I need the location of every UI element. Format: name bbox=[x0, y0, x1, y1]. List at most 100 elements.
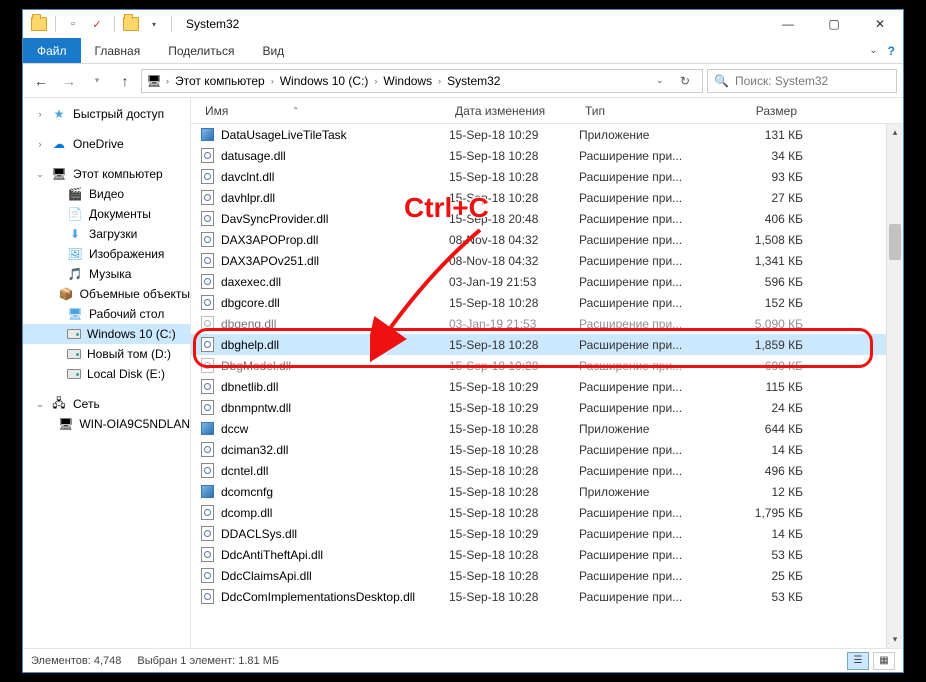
chevron-right-icon[interactable]: › bbox=[164, 76, 171, 86]
chevron-right-icon[interactable]: › bbox=[436, 76, 443, 86]
file-type: Расширение при... bbox=[579, 527, 709, 541]
pc-icon: 🖥 bbox=[58, 417, 73, 431]
file-row[interactable]: dbgeng.dll03-Jan-19 21:53Расширение при.… bbox=[191, 313, 903, 334]
dll-icon bbox=[199, 463, 215, 479]
file-list[interactable]: ▴ ▾ DataUsageLiveTileTask15-Sep-18 10:29… bbox=[191, 124, 903, 648]
file-row[interactable]: DAX3APOProp.dll08-Nov-18 04:32Расширение… bbox=[191, 229, 903, 250]
scrollbar-thumb[interactable] bbox=[889, 224, 901, 260]
sort-ascending-icon: ⌃ bbox=[292, 106, 299, 115]
nav-item[interactable]: Local Disk (E:) bbox=[23, 364, 190, 384]
tab-view[interactable]: Вид bbox=[248, 38, 298, 63]
column-size[interactable]: Размер bbox=[709, 104, 803, 118]
scrollbar-vertical[interactable]: ▴ ▾ bbox=[886, 124, 903, 648]
folder-icon: 🎵 bbox=[67, 267, 83, 281]
file-row[interactable]: DavSyncProvider.dll15-Sep-18 20:48Расшир… bbox=[191, 208, 903, 229]
nav-network-computer[interactable]: 🖥 WIN-OIA9C5NDLAN bbox=[23, 414, 190, 434]
file-row[interactable]: dbnmpntw.dll15-Sep-18 10:29Расширение пр… bbox=[191, 397, 903, 418]
dll-icon bbox=[199, 379, 215, 395]
tab-share[interactable]: Поделиться bbox=[154, 38, 248, 63]
file-row[interactable]: davclnt.dll15-Sep-18 10:28Расширение при… bbox=[191, 166, 903, 187]
chevron-down-icon[interactable]: ⌄ bbox=[35, 169, 45, 180]
file-row[interactable]: davhlpr.dll15-Sep-18 10:28Расширение при… bbox=[191, 187, 903, 208]
view-details-button[interactable]: ☰ bbox=[847, 652, 869, 670]
file-row[interactable]: dbgcore.dll15-Sep-18 10:28Расширение при… bbox=[191, 292, 903, 313]
breadcrumb-segment[interactable]: System32 bbox=[445, 74, 502, 88]
qat-dropdown-icon[interactable]: ▾ bbox=[145, 15, 163, 33]
tab-file[interactable]: Файл bbox=[23, 38, 81, 63]
nav-item[interactable]: Windows 10 (C:) bbox=[23, 324, 190, 344]
file-row[interactable]: DdcClaimsApi.dll15-Sep-18 10:28Расширени… bbox=[191, 565, 903, 586]
dll-icon bbox=[199, 526, 215, 542]
chevron-right-icon[interactable]: › bbox=[269, 76, 276, 86]
file-row[interactable]: datusage.dll15-Sep-18 10:28Расширение пр… bbox=[191, 145, 903, 166]
nav-up-button[interactable]: ↑ bbox=[113, 69, 137, 93]
maximize-button[interactable]: ▢ bbox=[811, 10, 857, 38]
nav-recent-icon[interactable]: ▾ bbox=[85, 69, 109, 93]
close-button[interactable]: ✕ bbox=[857, 10, 903, 38]
column-name[interactable]: Имя ⌃ bbox=[199, 104, 449, 118]
minimize-button[interactable]: — bbox=[765, 10, 811, 38]
chevron-down-icon[interactable]: ⌄ bbox=[35, 399, 45, 410]
scroll-down-icon[interactable]: ▾ bbox=[887, 631, 903, 648]
file-row[interactable]: dciman32.dll15-Sep-18 10:28Расширение пр… bbox=[191, 439, 903, 460]
file-row[interactable]: DdcComImplementationsDesktop.dll15-Sep-1… bbox=[191, 586, 903, 607]
ribbon-expand-icon[interactable]: ⌄ bbox=[869, 45, 877, 56]
file-date: 15-Sep-18 20:48 bbox=[449, 212, 579, 226]
breadcrumb-segment[interactable]: Windows 10 (C:) bbox=[278, 74, 371, 88]
column-date[interactable]: Дата изменения bbox=[449, 104, 579, 118]
chevron-right-icon[interactable]: › bbox=[35, 139, 45, 149]
nav-back-button[interactable]: ← bbox=[29, 69, 53, 93]
nav-item[interactable]: ⬇Загрузки bbox=[23, 224, 190, 244]
nav-item[interactable]: 🎬Видео bbox=[23, 184, 190, 204]
file-row[interactable]: DataUsageLiveTileTask15-Sep-18 10:29Прил… bbox=[191, 124, 903, 145]
file-row[interactable]: DbgModel.dll15-Sep-18 10:28Расширение пр… bbox=[191, 355, 903, 376]
help-icon[interactable]: ? bbox=[888, 44, 895, 58]
nav-item[interactable]: 🖼Изображения bbox=[23, 244, 190, 264]
file-type: Приложение bbox=[579, 485, 709, 499]
dll-icon bbox=[199, 505, 215, 521]
file-row[interactable]: dcomcnfg15-Sep-18 10:28Приложение12 КБ bbox=[191, 481, 903, 502]
scroll-up-icon[interactable]: ▴ bbox=[887, 124, 903, 141]
nav-this-pc[interactable]: ⌄ 🖥 Этот компьютер bbox=[23, 164, 190, 184]
nav-item[interactable]: 🖥Рабочий стол bbox=[23, 304, 190, 324]
nav-item[interactable]: 🎵Музыка bbox=[23, 264, 190, 284]
chevron-right-icon[interactable]: › bbox=[372, 76, 379, 86]
nav-forward-button[interactable]: → bbox=[57, 69, 81, 93]
file-size: 24 КБ bbox=[709, 401, 803, 415]
file-row[interactable]: daxexec.dll03-Jan-19 21:53Расширение при… bbox=[191, 271, 903, 292]
column-headers: Имя ⌃ Дата изменения Тип Размер bbox=[191, 98, 903, 124]
breadcrumb-segment[interactable]: Этот компьютер bbox=[173, 74, 267, 88]
file-name: dccw bbox=[221, 422, 248, 436]
qat-properties-icon[interactable]: ▫ bbox=[64, 15, 82, 33]
file-row[interactable]: DAX3APOv251.dll08-Nov-18 04:32Расширение… bbox=[191, 250, 903, 271]
dll-icon bbox=[199, 337, 215, 353]
column-type[interactable]: Тип bbox=[579, 104, 709, 118]
search-input[interactable]: 🔍 Поиск: System32 bbox=[707, 69, 897, 93]
file-row[interactable]: DdcAntiTheftApi.dll15-Sep-18 10:28Расшир… bbox=[191, 544, 903, 565]
file-name: davclnt.dll bbox=[221, 170, 274, 184]
nav-item[interactable]: 📦Объемные объекты bbox=[23, 284, 190, 304]
file-row[interactable]: DDACLSys.dll15-Sep-18 10:29Расширение пр… bbox=[191, 523, 903, 544]
breadcrumb-segment[interactable]: Windows bbox=[381, 74, 434, 88]
file-size: 53 КБ bbox=[709, 590, 803, 604]
chevron-right-icon[interactable]: › bbox=[35, 109, 45, 119]
refresh-icon[interactable]: ↻ bbox=[676, 74, 698, 88]
file-date: 15-Sep-18 10:28 bbox=[449, 191, 579, 205]
nav-network[interactable]: ⌄ 🖧 Сеть bbox=[23, 394, 190, 414]
nav-onedrive[interactable]: › ☁ OneDrive bbox=[23, 134, 190, 154]
file-row[interactable]: dcomp.dll15-Sep-18 10:28Расширение при..… bbox=[191, 502, 903, 523]
breadcrumb[interactable]: 🖥 › Этот компьютер › Windows 10 (C:) › W… bbox=[141, 69, 703, 93]
file-row[interactable]: dcntel.dll15-Sep-18 10:28Расширение при.… bbox=[191, 460, 903, 481]
breadcrumb-dropdown-icon[interactable]: ⌄ bbox=[652, 75, 674, 86]
file-row[interactable]: dbghelp.dll15-Sep-18 10:28Расширение при… bbox=[191, 334, 903, 355]
file-row[interactable]: dccw15-Sep-18 10:28Приложение644 КБ bbox=[191, 418, 903, 439]
qat-check-icon[interactable]: ✓ bbox=[88, 15, 106, 33]
file-date: 03-Jan-19 21:53 bbox=[449, 317, 579, 331]
nav-quick-access[interactable]: › ★ Быстрый доступ bbox=[23, 104, 190, 124]
nav-item[interactable]: Новый том (D:) bbox=[23, 344, 190, 364]
tab-home[interactable]: Главная bbox=[81, 38, 155, 63]
file-row[interactable]: dbnetlib.dll15-Sep-18 10:29Расширение пр… bbox=[191, 376, 903, 397]
file-type: Расширение при... bbox=[579, 212, 709, 226]
view-tiles-button[interactable]: ▦ bbox=[873, 652, 895, 670]
nav-item[interactable]: 📄Документы bbox=[23, 204, 190, 224]
